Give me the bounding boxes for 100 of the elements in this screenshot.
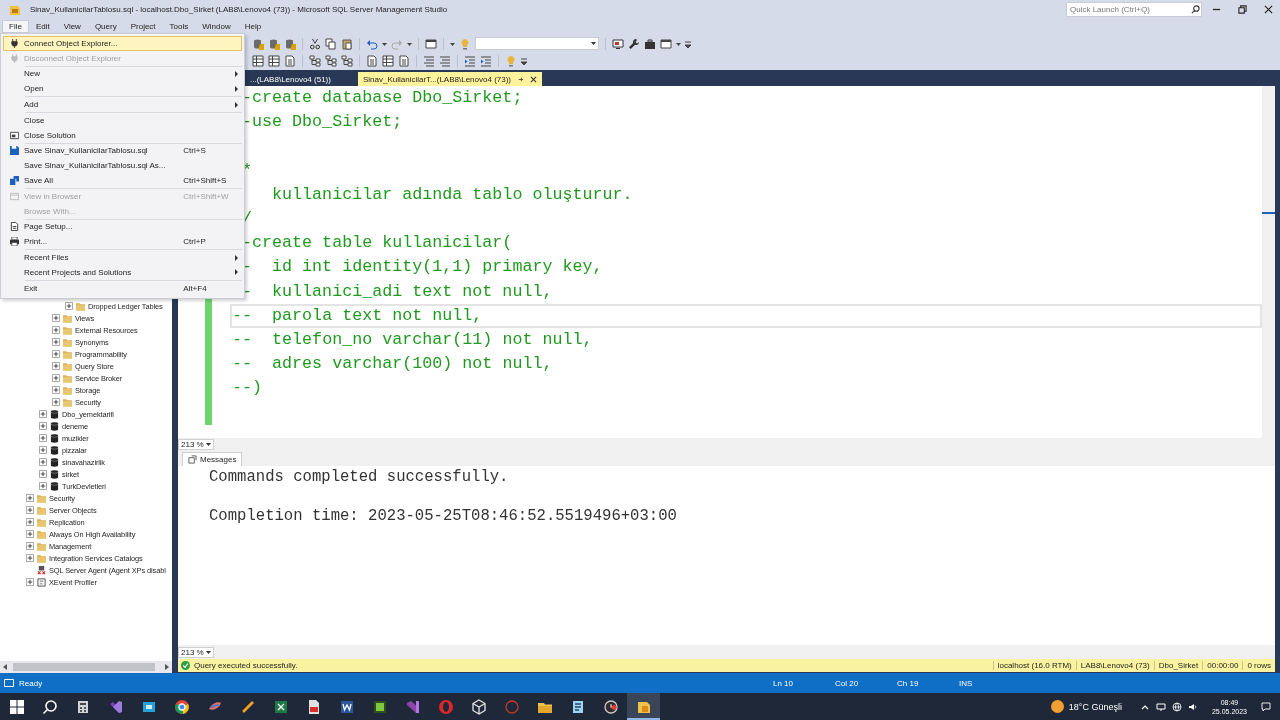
speaker-icon[interactable] (1187, 701, 1198, 712)
menu-item[interactable]: Add (3, 97, 242, 112)
menu-item[interactable]: Exit Alt+F4 (3, 280, 242, 296)
document-icon[interactable] (366, 54, 378, 67)
expand-icon[interactable] (39, 458, 47, 466)
expand-icon[interactable] (26, 506, 34, 514)
expand-icon[interactable] (65, 302, 73, 310)
zoom-dropdown[interactable]: 213 % (178, 438, 214, 450)
quick-launch-field[interactable]: Quick Launch (Ctrl+Q) (1066, 2, 1202, 17)
menu-item[interactable]: Recent Projects and Solutions (3, 264, 242, 280)
results-tab[interactable]: Messages (182, 452, 243, 466)
grid-icon[interactable] (382, 54, 394, 67)
menu-item[interactable]: Page Setup... (3, 219, 242, 235)
expand-icon[interactable] (52, 374, 60, 382)
menu-item[interactable]: Query (87, 20, 124, 33)
app-icon[interactable] (371, 698, 388, 715)
expand-icon[interactable] (52, 398, 60, 406)
expand-icon[interactable] (26, 578, 34, 586)
document-tab[interactable]: Sinav_KullanicilarT...(LAB8\Lenovo4 (73)) (357, 72, 542, 86)
diagram-icon[interactable] (309, 54, 321, 67)
diagram-icon[interactable] (325, 54, 337, 67)
close-icon[interactable] (530, 75, 537, 83)
expand-icon[interactable] (39, 470, 47, 478)
menu-item[interactable]: Save Sinav_KullanicilarTablosu.sql Ctrl+S (3, 143, 242, 159)
app-icon[interactable] (272, 698, 289, 715)
restore-icon[interactable] (1238, 5, 1247, 14)
menu-item[interactable]: View (56, 20, 88, 33)
window-icon[interactable] (425, 37, 437, 50)
expand-icon[interactable] (39, 482, 47, 490)
indent-icon[interactable] (464, 54, 476, 67)
toolbox-icon[interactable] (644, 37, 656, 50)
menu-item[interactable]: Window (195, 20, 238, 33)
expand-icon[interactable] (39, 446, 47, 454)
database-icon[interactable] (268, 37, 280, 50)
menu-item[interactable]: Open (3, 81, 242, 97)
copy-icon[interactable] (325, 37, 337, 50)
menu-item[interactable]: Project (123, 20, 163, 33)
scrollbar-thumb[interactable] (13, 663, 155, 671)
scrollbar[interactable] (1262, 86, 1275, 438)
document-tab[interactable]: ...(LAB8\Lenovo4 (51)) (245, 72, 336, 86)
notification-icon[interactable] (1261, 701, 1271, 712)
expand-icon[interactable] (26, 530, 34, 538)
expand-icon[interactable] (52, 314, 60, 322)
expand-icon[interactable] (26, 542, 34, 550)
lightbulb-icon[interactable] (505, 54, 517, 67)
caret-icon[interactable] (206, 442, 211, 446)
menu-item[interactable]: Recent Files (3, 250, 242, 265)
database-icon[interactable] (284, 37, 296, 50)
menu-item[interactable]: Help (237, 20, 269, 33)
menu-item[interactable]: Close (3, 113, 242, 128)
wrench-icon[interactable] (628, 37, 640, 50)
monitor-icon[interactable] (612, 37, 624, 50)
document-icon[interactable] (398, 54, 410, 67)
document-icon[interactable] (284, 54, 296, 67)
paste-icon[interactable] (341, 37, 353, 50)
expand-icon[interactable] (39, 410, 47, 418)
expand-icon[interactable] (52, 350, 60, 358)
lightbulb-icon[interactable] (459, 37, 471, 50)
menu-item[interactable]: Connect Object Explorer... (3, 36, 242, 51)
menu-item[interactable]: New (3, 66, 242, 82)
scissors-icon[interactable] (309, 37, 321, 50)
menu-item[interactable]: File (2, 20, 29, 33)
menu-item[interactable]: Edit (28, 20, 57, 33)
dropdown-field[interactable] (475, 37, 599, 50)
caret-icon[interactable] (591, 42, 596, 45)
start-icon[interactable] (8, 698, 25, 715)
pin-icon[interactable] (517, 75, 524, 83)
grid-icon[interactable] (268, 54, 280, 67)
menu-item[interactable]: Tools (162, 20, 196, 33)
search-icon[interactable] (1191, 5, 1200, 14)
diagram-icon[interactable] (341, 54, 353, 67)
network-icon[interactable] (1155, 701, 1166, 712)
scrollbar[interactable] (0, 661, 172, 673)
menu-item[interactable]: Close Solution (3, 127, 242, 143)
expand-icon[interactable] (39, 422, 47, 430)
expand-icon[interactable] (26, 554, 34, 562)
menu-item[interactable]: Save All Ctrl+Shift+S (3, 173, 242, 188)
database-icon[interactable] (252, 37, 264, 50)
expand-icon[interactable] (52, 362, 60, 370)
caret-icon[interactable] (206, 650, 211, 654)
indent-icon[interactable] (480, 54, 492, 67)
menu-item[interactable]: Save Sinav_KullanicilarTablosu.sql As... (3, 158, 242, 174)
window-icon[interactable] (660, 37, 672, 50)
expand-icon[interactable] (39, 434, 47, 442)
expand-icon[interactable] (26, 518, 34, 526)
menu-item[interactable]: Print... Ctrl+P (3, 234, 242, 250)
quick-launch-input[interactable]: Quick Launch (Ctrl+Q) (1067, 5, 1191, 14)
messages-icon[interactable] (188, 455, 197, 464)
app-icon[interactable] (239, 698, 256, 715)
expand-icon[interactable] (52, 326, 60, 334)
right-arrow-icon[interactable] (165, 664, 169, 670)
expand-icon[interactable] (26, 494, 34, 502)
globe-icon[interactable] (1171, 701, 1182, 712)
zoom-dropdown[interactable]: 213 % (178, 646, 214, 658)
close-icon[interactable] (1264, 5, 1273, 14)
grid-icon[interactable] (252, 54, 264, 67)
app-icon[interactable] (338, 698, 355, 715)
expand-icon[interactable] (52, 386, 60, 394)
expand-icon[interactable] (52, 338, 60, 346)
app-icon[interactable] (173, 698, 190, 715)
